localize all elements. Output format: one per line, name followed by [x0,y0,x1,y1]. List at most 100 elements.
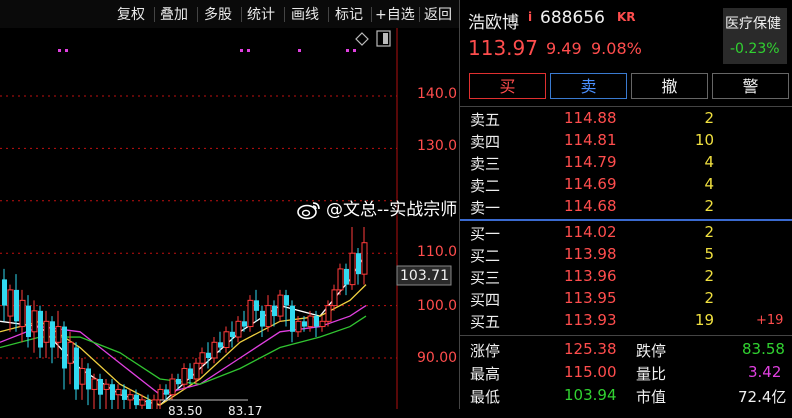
bid-row[interactable]: 买五 113.93 19 +19 [460,310,792,332]
signal-markers [58,49,356,52]
chart-toolbar: 复权 叠加 多股 统计 画线 标记 +自选 返回 [0,0,460,28]
low-label: 最低 [470,388,501,406]
bid-volume: 2 [704,267,714,285]
bid-volume: 2 [704,289,714,307]
candlestick [242,310,247,332]
candlestick [356,247,361,285]
bid-volume: 5 [704,245,714,263]
candlestick [79,358,86,400]
bid-volume-delta: +19 [756,313,784,328]
candlestick [31,300,38,353]
buy-button[interactable]: 买 [469,73,546,99]
price-label: 100.0 [417,298,458,314]
bid-label: 买一 [470,225,501,243]
ask-label: 卖五 [470,111,501,129]
diamond-icon[interactable] [355,32,369,46]
candlestick [319,316,326,332]
sector-name: 医疗保健 [725,16,781,32]
candlestick [115,384,122,416]
ask-label: 卖一 [470,199,501,217]
sector-box[interactable]: 医疗保健 -0.23% [723,8,787,64]
ask-volume: 4 [704,175,714,193]
bid-label: 买四 [470,291,501,309]
bid-label: 买五 [470,313,501,331]
candlestick [260,305,265,338]
multi-stock-button[interactable]: 多股 [204,4,232,26]
candlestick [146,394,151,418]
candlestick [86,363,91,406]
bid-row[interactable]: 买四 113.95 2 [460,288,792,310]
bid-row[interactable]: 买一 114.02 2 [460,222,792,244]
bid-label: 买三 [470,269,501,287]
limit-up-label: 涨停 [470,342,501,360]
candlestick [218,331,223,353]
bid-price: 113.98 [564,245,617,263]
candlestick [151,394,158,418]
info-icon[interactable]: i [528,10,532,24]
fuquan-button[interactable]: 复权 [117,4,145,26]
ask-price: 114.68 [564,197,617,215]
ask-row[interactable]: 卖一 114.68 2 [460,196,792,218]
ask-row[interactable]: 卖三 114.79 4 [460,152,792,174]
current-price-tag: 103.71 [400,268,449,284]
market-cap-label: 市值 [636,388,667,406]
toolbar-divider [328,7,329,22]
bid-price: 114.02 [564,223,617,241]
panel-toggle-icon[interactable] [376,30,391,47]
bid-volume: 19 [694,311,714,329]
candlestick [223,326,230,353]
candlestick [211,337,218,364]
ask-row[interactable]: 卖四 114.81 10 [460,130,792,152]
divider [460,106,792,107]
price-label: 130.0 [417,138,458,154]
high-value: 115.00 [564,363,617,381]
cancel-order-button[interactable]: 撤 [631,73,708,99]
alert-button[interactable]: 警 [712,73,789,99]
ask-label: 卖四 [470,133,501,151]
candlestick [103,378,110,416]
price-gridlines [0,95,397,359]
bid-row[interactable]: 买二 113.98 5 [460,244,792,266]
price-change-pct: 9.08% [591,39,642,58]
kr-badge: KR [617,10,636,24]
price-change: 9.49 [546,39,582,58]
back-button[interactable]: 返回 [424,4,452,26]
candlestick [38,305,43,358]
toolbar-divider [197,7,198,22]
candlestick [7,284,14,332]
low-price-label: 83.50 [168,404,203,418]
candlestick [230,321,235,348]
low-value: 103.94 [564,386,617,404]
candlestick [277,289,284,322]
limit-down-value: 83.58 [742,340,785,358]
draw-line-button[interactable]: 画线 [291,4,319,26]
last-price: 113.97 [468,36,538,60]
ask-volume: 2 [704,109,714,127]
volume-ratio-value: 3.42 [748,363,782,381]
watermark: @文总--实战宗师 [296,195,457,220]
quote-panel: 浩欧博 i 688656 KR 113.97 9.49 9.08% 医疗保健 -… [460,0,792,409]
ask-volume: 4 [704,153,714,171]
candlestick [206,342,211,369]
bid-row[interactable]: 买三 113.96 2 [460,266,792,288]
market-cap-value: 72.4亿 [738,388,787,406]
divider [460,335,792,336]
ask-row[interactable]: 卖五 114.88 2 [460,108,792,130]
ask-row[interactable]: 卖二 114.69 4 [460,174,792,196]
candlesticks [2,227,368,418]
toolbar-divider [419,7,420,22]
watermark-text: @文总--实战宗师 [326,200,458,220]
mark-button[interactable]: 标记 [335,4,363,26]
candlestick [74,342,79,400]
candlestick [110,378,115,416]
candlestick [361,227,368,285]
overlay-button[interactable]: 叠加 [160,4,188,26]
sell-button[interactable]: 卖 [550,73,627,99]
price-label: 140.0 [417,86,458,102]
weibo-logo-icon [297,202,320,220]
add-watchlist-button[interactable]: +自选 [375,4,415,26]
spread-divider [460,219,792,221]
bid-price: 113.95 [564,289,617,307]
statistics-button[interactable]: 统计 [247,4,275,26]
candlestick [344,263,349,296]
